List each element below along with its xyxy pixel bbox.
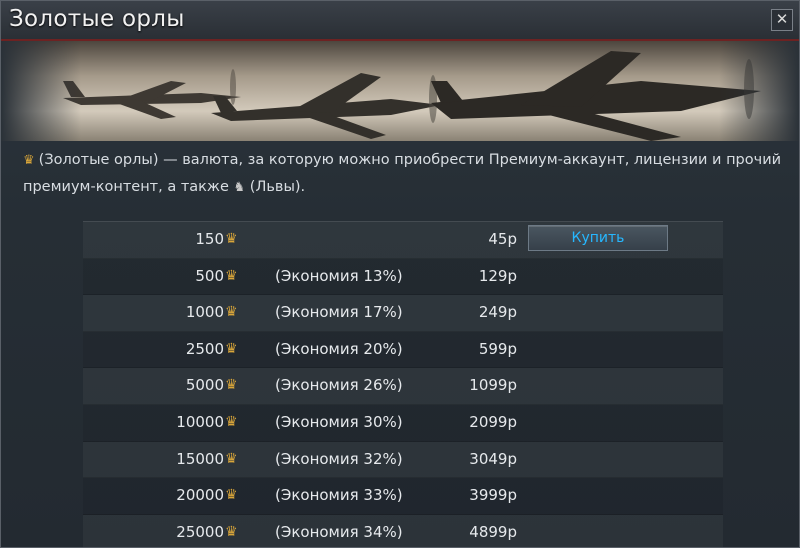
- saving-label: (Экономия 26%): [275, 376, 403, 395]
- price-label: 129р: [478, 266, 517, 285]
- title-bar: Золотые орлы ✕: [1, 1, 799, 41]
- eagle-amount: 2500: [185, 339, 224, 358]
- price-label: 1099р: [469, 376, 517, 395]
- price-label: 3999р: [469, 486, 517, 505]
- eagle-amount: 25000: [176, 522, 224, 541]
- description-text: ♛ (Золотые орлы) — валюта, за которую мож…: [23, 147, 793, 201]
- eagle-amount: 1000: [185, 303, 224, 322]
- eagle-amount: 20000: [176, 486, 224, 505]
- golden-eagle-icon: ♛: [225, 304, 238, 321]
- planes-illustration: [1, 41, 799, 141]
- price-label: 599р: [478, 339, 517, 358]
- price-row[interactable]: 500 ♛ (Экономия 13%) 129р: [83, 258, 723, 296]
- golden-eagle-icon: ♛: [225, 413, 238, 430]
- close-icon: ✕: [775, 10, 789, 28]
- price-row[interactable]: 5000 ♛ (Экономия 26%) 1099р: [83, 368, 723, 405]
- description-part1: (Золотые орлы) — валюта, за которую можн…: [23, 152, 782, 195]
- price-row[interactable]: 150 ♛ 45р Купить: [83, 221, 723, 259]
- price-label: 4899р: [469, 522, 517, 541]
- eagle-amount: 150: [195, 230, 224, 248]
- price-label: 249р: [478, 303, 517, 322]
- lion-icon: ♞: [233, 180, 246, 195]
- golden-eagle-icon: ♛: [225, 267, 238, 284]
- golden-eagles-window: Золотые орлы ✕ ♛ (Золотые орлы) — валюта…: [0, 0, 800, 548]
- description-part2: (Львы).: [249, 179, 306, 195]
- saving-label: (Экономия 34%): [275, 522, 403, 541]
- saving-label: (Экономия 33%): [275, 486, 403, 505]
- golden-eagle-icon: ♛: [23, 153, 35, 168]
- close-button[interactable]: ✕: [771, 9, 793, 31]
- price-label: 3049р: [469, 449, 517, 468]
- price-row[interactable]: 25000 ♛ (Экономия 34%) 4899р: [83, 514, 723, 547]
- price-label: 2099р: [469, 412, 517, 431]
- eagle-amount: 10000: [176, 412, 224, 431]
- price-table: 150 ♛ 45р Купить 500 ♛ (Экономия 13%) 129р 1000 ♛…: [83, 221, 723, 547]
- golden-eagle-icon: ♛: [225, 523, 238, 540]
- price-label: 45р: [488, 230, 517, 248]
- window-title: Золотые орлы: [9, 6, 185, 32]
- saving-label: (Экономия 32%): [275, 449, 403, 468]
- price-row[interactable]: 20000 ♛ (Экономия 33%) 3999р: [83, 478, 723, 515]
- price-row[interactable]: 2500 ♛ (Экономия 20%) 599р: [83, 331, 723, 369]
- eagle-amount: 500: [195, 266, 224, 285]
- saving-label: (Экономия 30%): [275, 412, 403, 431]
- banner-image: [1, 41, 799, 141]
- golden-eagle-icon: ♛: [225, 231, 238, 247]
- price-row[interactable]: 1000 ♛ (Экономия 17%) 249р: [83, 295, 723, 332]
- saving-label: (Экономия 17%): [275, 303, 403, 322]
- golden-eagle-icon: ♛: [225, 487, 238, 504]
- price-row[interactable]: 10000 ♛ (Экономия 30%) 2099р: [83, 404, 723, 442]
- eagle-amount: 5000: [185, 376, 224, 395]
- saving-label: (Экономия 20%): [275, 339, 403, 358]
- price-row[interactable]: 15000 ♛ (Экономия 32%) 3049р: [83, 441, 723, 479]
- eagle-amount: 15000: [176, 449, 224, 468]
- saving-label: (Экономия 13%): [275, 266, 403, 285]
- golden-eagle-icon: ♛: [225, 377, 238, 394]
- buy-button[interactable]: Купить: [528, 225, 668, 251]
- golden-eagle-icon: ♛: [225, 450, 238, 467]
- golden-eagle-icon: ♛: [225, 340, 238, 357]
